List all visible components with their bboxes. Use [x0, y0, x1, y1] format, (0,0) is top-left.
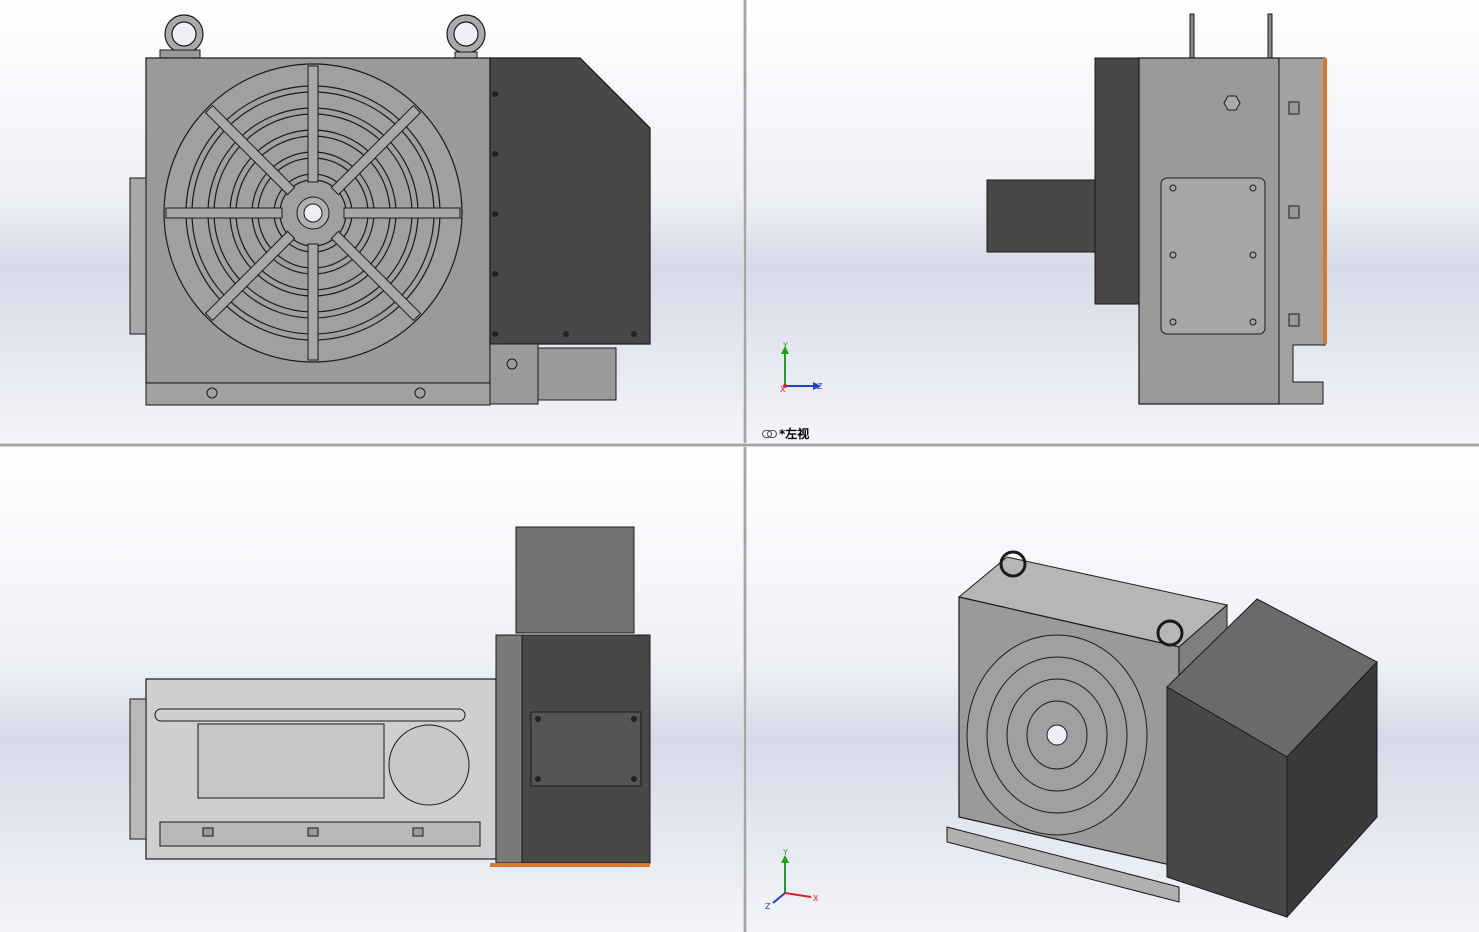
triad-iso-x-label: X	[813, 894, 819, 903]
viewport-splitter-vertical[interactable]	[743, 0, 747, 932]
view-name-label: *左视	[762, 425, 809, 442]
triad-iso-y-label: Y	[782, 848, 788, 857]
triad-y-label: Y	[782, 341, 788, 350]
viewport-front[interactable]	[0, 0, 743, 443]
view-name-text: *左视	[779, 427, 810, 441]
viewport-left-view[interactable]: Y Z X *左视	[747, 0, 1479, 443]
top-view-model	[129, 526, 651, 867]
viewport-isometric[interactable]: Y X Z	[747, 447, 1479, 932]
left-view-model: Y Z X	[780, 13, 1327, 405]
link-views-icon[interactable]	[762, 429, 777, 438]
front-view-model	[129, 14, 651, 406]
triad-iso-z-label: Z	[765, 902, 771, 911]
triad-z-label: Z	[817, 382, 823, 391]
isometric-model: Y X Z	[765, 550, 1378, 919]
viewport-top-view[interactable]	[0, 447, 743, 932]
triad-x-label: X	[780, 385, 786, 394]
viewport-splitter-horizontal[interactable]	[0, 443, 1479, 447]
